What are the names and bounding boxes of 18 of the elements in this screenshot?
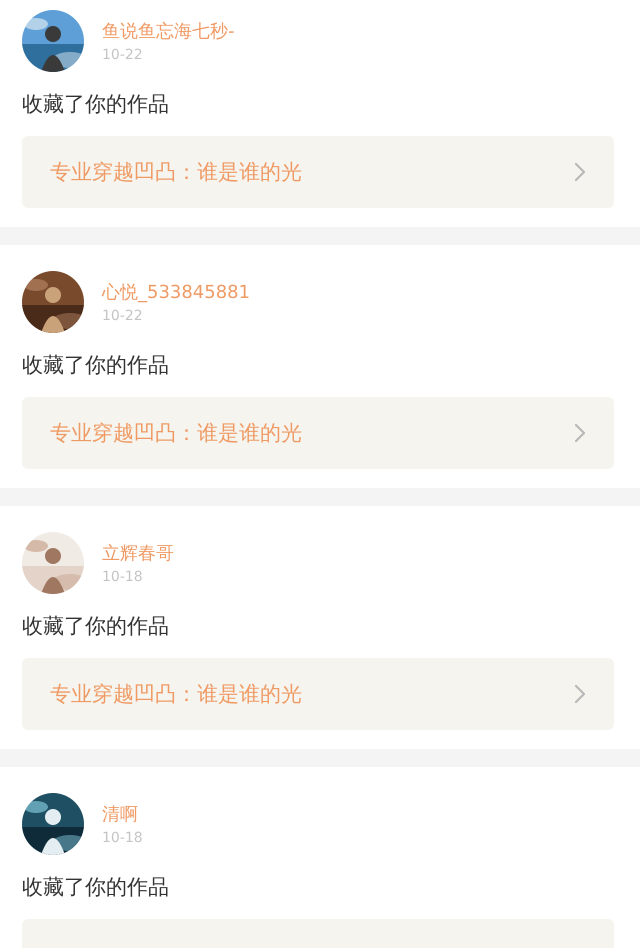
post-date: 10-22 — [102, 307, 144, 325]
chevron-right-icon — [574, 162, 586, 182]
activity-text: 收藏了你的作品 — [22, 874, 170, 901]
post-date: 10-18 — [102, 568, 144, 586]
chevron-right-icon — [574, 684, 586, 704]
chevron-right-icon — [574, 423, 586, 443]
post-date: 10-18 — [102, 829, 143, 847]
activity-text: 收藏了你的作品 — [22, 91, 170, 118]
user-name[interactable]: 鱼说鱼忘海七秒- — [102, 20, 234, 44]
activity-text: 收藏了你的作品 — [22, 613, 170, 640]
work-link[interactable]: 专业穿越凹凸：谁是谁的光 — [22, 658, 614, 730]
work-link[interactable]: 专业穿越凹凸：谁是谁的光 — [22, 397, 614, 469]
user-name[interactable]: 心悦_533845881 — [102, 281, 250, 305]
work-link[interactable]: 专业穿越凹凸：谁是谁的光 — [22, 136, 614, 208]
user-name[interactable]: 立辉春哥 — [102, 542, 174, 566]
post-date: 10-22 — [102, 46, 144, 64]
user-name[interactable]: 清啊 — [102, 803, 143, 827]
activity-text: 收藏了你的作品 — [22, 352, 170, 379]
